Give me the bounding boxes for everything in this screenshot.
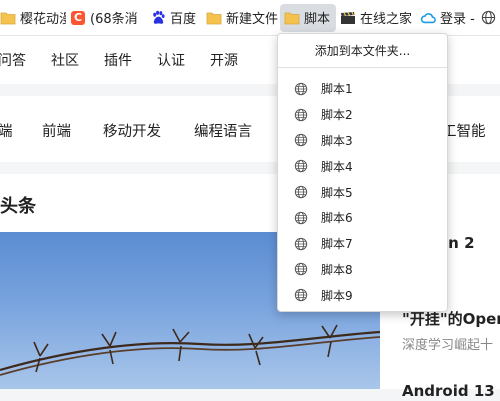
category-tab-languages[interactable]: 编程语言	[194, 120, 252, 141]
bookmark-folder-dropdown: 添加到本文件夹... 脚本1 脚本2 脚本3 脚本4 脚本5 脚本6 脚本7 脚…	[277, 33, 448, 312]
csdn-icon: C	[70, 10, 86, 26]
globe-icon	[294, 237, 308, 251]
category-tab[interactable]: 端	[0, 120, 13, 141]
folder-items-list: 脚本1 脚本2 脚本3 脚本4 脚本5 脚本6 脚本7 脚本8 脚本9	[278, 68, 447, 308]
globe-icon	[294, 82, 308, 96]
article-subtitle: 深度学习崛起十	[402, 338, 494, 353]
bookmark-csdn[interactable]: C (68条消	[66, 4, 146, 32]
cloud-icon	[420, 10, 436, 26]
category-tab-frontend[interactable]: 前端	[42, 120, 71, 141]
globe-icon	[294, 262, 308, 276]
bookmark-scripts-folder[interactable]: 脚本	[280, 3, 336, 32]
nav-item-plugins[interactable]: 插件	[104, 50, 132, 70]
dropdown-item-script-6[interactable]: 脚本6	[278, 205, 447, 231]
bookmark-globe[interactable]	[476, 4, 500, 32]
nav-item-qa[interactable]: 问答	[0, 50, 26, 70]
folder-icon	[206, 10, 222, 26]
category-tab-ai[interactable]: 工智能	[442, 120, 486, 141]
bookmark-baidu[interactable]: 百度	[146, 4, 202, 32]
dropdown-item-script-1[interactable]: 脚本1	[278, 76, 447, 102]
dropdown-item-label: 脚本3	[321, 133, 353, 148]
baidu-paw-icon	[150, 10, 166, 26]
dropdown-item-label: 脚本5	[321, 185, 353, 200]
bookmark-label: 百度	[170, 12, 197, 27]
globe-icon	[294, 288, 308, 302]
dropdown-item-script-3[interactable]: 脚本3	[278, 128, 447, 154]
dropdown-item-script-7[interactable]: 脚本7	[278, 231, 447, 257]
folder-icon	[0, 10, 16, 26]
dropdown-item-label: 脚本9	[321, 288, 353, 303]
dropdown-item-label: 脚本2	[321, 108, 353, 123]
folder-icon	[284, 10, 300, 26]
nav-item-certification[interactable]: 认证	[157, 50, 185, 70]
section-title: 头条	[0, 196, 36, 217]
globe-icon	[294, 108, 308, 122]
dropdown-item-script-8[interactable]: 脚本8	[278, 257, 447, 283]
globe-icon	[294, 211, 308, 225]
bookmark-new-folder[interactable]: 新建文件	[202, 4, 280, 32]
globe-icon	[480, 10, 496, 26]
category-tab-mobile[interactable]: 移动开发	[103, 120, 161, 141]
dropdown-item-label: 脚本8	[321, 262, 353, 277]
dropdown-item-label: 脚本4	[321, 159, 353, 174]
bookmark-label: 樱花动漫	[20, 12, 66, 27]
bookmark-login[interactable]: 登录 -	[416, 4, 476, 32]
dropdown-item-script-9[interactable]: 脚本9	[278, 282, 447, 308]
bookmark-label: 新建文件	[226, 12, 279, 27]
nav-item-opensource[interactable]: 开源	[210, 50, 238, 70]
dropdown-item-script-2[interactable]: 脚本2	[278, 102, 447, 128]
bookmark-label: (68条消	[90, 12, 138, 27]
dropdown-item-script-5[interactable]: 脚本5	[278, 179, 447, 205]
globe-icon	[294, 185, 308, 199]
nav-item-community[interactable]: 社区	[51, 50, 79, 70]
bookmark-online-home[interactable]: 在线之家	[336, 4, 416, 32]
globe-icon	[294, 159, 308, 173]
bookmark-yinghua[interactable]: 樱花动漫	[0, 4, 66, 32]
dropdown-item-script-4[interactable]: 脚本4	[278, 153, 447, 179]
bookmark-label: 脚本	[304, 12, 331, 27]
clapperboard-icon	[340, 10, 356, 26]
dropdown-item-label: 脚本6	[321, 211, 353, 226]
bookmarks-bar: 樱花动漫 C (68条消 百度 新建文件 脚本 在线之家 登录 -	[0, 0, 500, 36]
article-title[interactable]: Android 13 开	[402, 380, 500, 401]
dropdown-item-label: 脚本1	[321, 82, 353, 97]
add-to-folder-item[interactable]: 添加到本文件夹...	[278, 34, 447, 68]
dropdown-item-label: 脚本7	[321, 237, 353, 252]
bookmark-label: 在线之家	[360, 12, 413, 27]
globe-icon	[294, 133, 308, 147]
bookmark-label: 登录 -	[440, 12, 475, 27]
